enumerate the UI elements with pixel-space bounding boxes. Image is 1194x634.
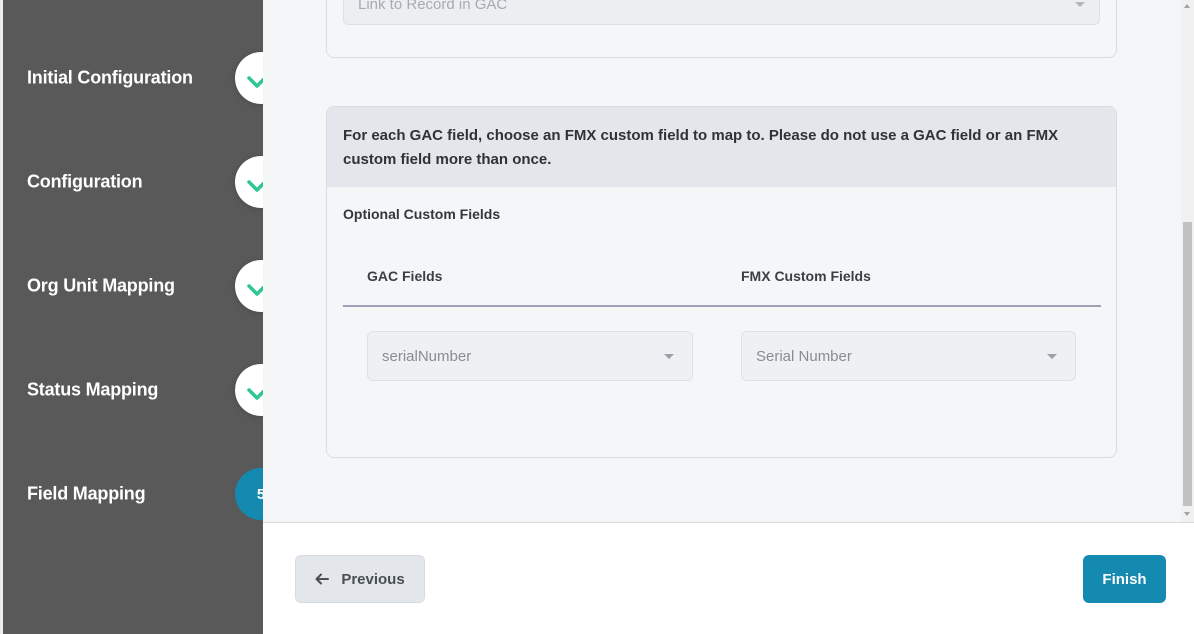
step-label: Field Mapping: [27, 483, 146, 504]
fmx-field-select[interactable]: Serial Number: [741, 331, 1076, 381]
step-label: Initial Configuration: [27, 67, 193, 88]
gac-field-select[interactable]: serialNumber: [367, 331, 693, 381]
step-status-mapping[interactable]: Status Mapping: [0, 364, 300, 416]
main-content: Link to Record in GAC For each GAC field…: [263, 0, 1181, 522]
previous-button[interactable]: Previous: [295, 555, 425, 603]
caret-down-icon: [664, 354, 674, 359]
section-title: Optional Custom Fields: [343, 206, 501, 222]
caret-down-icon: [1047, 354, 1057, 359]
link-record-select[interactable]: Link to Record in GAC: [343, 0, 1100, 25]
step-org-unit-mapping[interactable]: Org Unit Mapping: [0, 260, 300, 312]
scroll-up-icon[interactable]: [1184, 4, 1190, 8]
footer-divider: [263, 522, 1194, 523]
step-configuration[interactable]: Configuration: [0, 156, 300, 208]
scroll-thumb[interactable]: [1183, 222, 1192, 506]
finish-button[interactable]: Finish: [1083, 555, 1166, 603]
vertical-scrollbar[interactable]: [1181, 0, 1194, 522]
select-value: Link to Record in GAC: [358, 0, 508, 13]
step-label: Org Unit Mapping: [27, 275, 175, 296]
step-initial-configuration[interactable]: Initial Configuration: [0, 52, 300, 104]
caret-down-icon: [1075, 2, 1085, 7]
step-field-mapping[interactable]: Field Mapping 5: [0, 468, 300, 520]
mapping-instructions: For each GAC field, choose an FMX custom…: [327, 107, 1116, 187]
arrow-left-icon: [315, 573, 330, 585]
step-label: Status Mapping: [27, 379, 159, 400]
column-header-fmx: FMX Custom Fields: [741, 268, 871, 284]
column-header-gac: GAC Fields: [367, 268, 443, 284]
step-label: Configuration: [27, 171, 143, 192]
column-divider: [343, 305, 1101, 307]
finish-label: Finish: [1102, 570, 1147, 588]
select-value: Serial Number: [756, 348, 852, 365]
select-value: serialNumber: [382, 348, 472, 365]
scroll-down-icon[interactable]: [1184, 512, 1190, 516]
link-record-card: Link to Record in GAC: [326, 0, 1117, 58]
field-mapping-card: For each GAC field, choose an FMX custom…: [326, 106, 1117, 458]
wizard-page: Initial Configuration Configuration Org …: [0, 0, 1194, 634]
previous-label: Previous: [341, 570, 405, 588]
